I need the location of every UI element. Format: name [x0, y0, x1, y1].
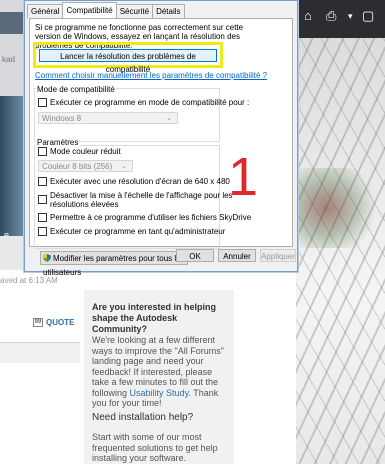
home-icon[interactable]: ⌂	[304, 8, 312, 23]
background-toolbar: ⌂ ⎙ ▾ ▢	[296, 0, 385, 38]
settings-label: Paramètres	[36, 138, 80, 147]
survey-body: We're looking at a few different ways to…	[92, 335, 229, 409]
reduced-color-checkbox[interactable]	[38, 147, 47, 156]
post-area	[0, 270, 80, 464]
chevron-down-icon: ⌄	[121, 163, 127, 170]
survey-heading: Are you interested in helping shape the …	[92, 302, 217, 334]
installation-help-body: Start with some of our most frequented s…	[92, 432, 218, 463]
skydrive-checkbox[interactable]	[38, 213, 47, 222]
cancel-button[interactable]: Annuler	[218, 249, 256, 262]
background-artwork	[266, 38, 385, 464]
res640-row[interactable]: Exécuter avec une résolution d'écran de …	[38, 177, 230, 186]
admin-row[interactable]: Exécuter ce programme en tant qu'adminis…	[38, 227, 225, 236]
uac-shield-icon	[43, 254, 51, 262]
windows-version-value: Windows 8	[42, 114, 82, 123]
dpi-scaling-line2: résolutions élevées	[50, 200, 119, 209]
tab-compatibility[interactable]: Compatibilité	[62, 2, 117, 18]
skydrive-label: Permettre à ce programme d'utiliser les …	[50, 213, 252, 222]
compat-mode-row[interactable]: Exécuter ce programme en mode de compati…	[38, 98, 249, 107]
properties-dialog: Général Compatibilité Sécurité Détails S…	[24, 0, 298, 277]
launch-troubleshooter-button[interactable]: Lancer la résolution des problèmes de co…	[39, 49, 217, 74]
dpi-scaling-label: Désactiver la mise à l'échelle de l'affi…	[50, 191, 233, 209]
reduced-color-row[interactable]: Mode couleur réduit	[38, 147, 121, 156]
chevron-down-icon: ⌄	[166, 115, 172, 122]
admin-label: Exécuter ce programme en tant qu'adminis…	[50, 227, 226, 236]
community-panel: Are you interested in helping shape the …	[84, 290, 234, 464]
skydrive-row[interactable]: Permettre à ce programme d'utiliser les …	[38, 213, 251, 222]
res640-label: Exécuter avec une résolution d'écran de …	[50, 177, 230, 186]
compat-mode-label: Mode de compatibilité	[36, 85, 116, 94]
color-depth-select[interactable]: Couleur 8 bits (256) ⌄	[38, 160, 133, 172]
modify-all-users-button[interactable]: Modifier les paramètres pour tous les ut…	[40, 251, 188, 277]
print-icon[interactable]: ⎙	[326, 8, 336, 24]
annotation-number: 1	[228, 147, 259, 207]
installation-help-heading: Need installation help?	[92, 412, 194, 423]
compat-mode-checkbox-label: Exécuter ce programme en mode de compati…	[50, 98, 250, 107]
admin-checkbox[interactable]	[38, 227, 47, 236]
quote-button[interactable]: 99 QUOTE	[33, 318, 74, 327]
apply-button[interactable]: Appliquer	[260, 249, 296, 262]
ok-button[interactable]: OK	[176, 249, 214, 262]
installation-help-box: Need installation help? Start with some …	[92, 412, 229, 464]
compat-mode-checkbox[interactable]	[38, 98, 47, 107]
post-divider-bar	[0, 342, 80, 363]
dpi-scaling-checkbox[interactable]	[38, 195, 47, 204]
dpi-scaling-row[interactable]: Désactiver la mise à l'échelle de l'affi…	[38, 191, 233, 209]
tab-security[interactable]: Sécurité	[115, 4, 154, 18]
page-icon[interactable]: ▢	[362, 8, 374, 24]
background-text: kad	[2, 55, 15, 64]
survey-box: Are you interested in helping shape the …	[92, 302, 229, 409]
reduced-color-label: Mode couleur réduit	[50, 147, 121, 156]
res640-checkbox[interactable]	[38, 177, 47, 186]
dialog-tabs: Général Compatibilité Sécurité Détails	[27, 2, 185, 18]
quote-icon: 99	[33, 318, 43, 327]
tab-details[interactable]: Détails	[152, 4, 185, 18]
chevron-down-icon[interactable]: ▾	[348, 11, 353, 22]
windows-version-select[interactable]: Windows 8 ⌄	[38, 112, 178, 124]
tab-general[interactable]: Général	[27, 4, 64, 18]
dpi-scaling-line1: Désactiver la mise à l'échelle de l'affi…	[50, 191, 233, 200]
color-depth-value: Couleur 8 bits (256)	[42, 162, 113, 171]
usability-study-link[interactable]: Usability Study	[130, 388, 189, 398]
quote-label: QUOTE	[46, 318, 75, 327]
compatibility-pane: Si ce programme ne fonctionne pas correc…	[29, 18, 293, 277]
manual-settings-link[interactable]: Comment choisir manuellement les paramèt…	[35, 71, 267, 80]
